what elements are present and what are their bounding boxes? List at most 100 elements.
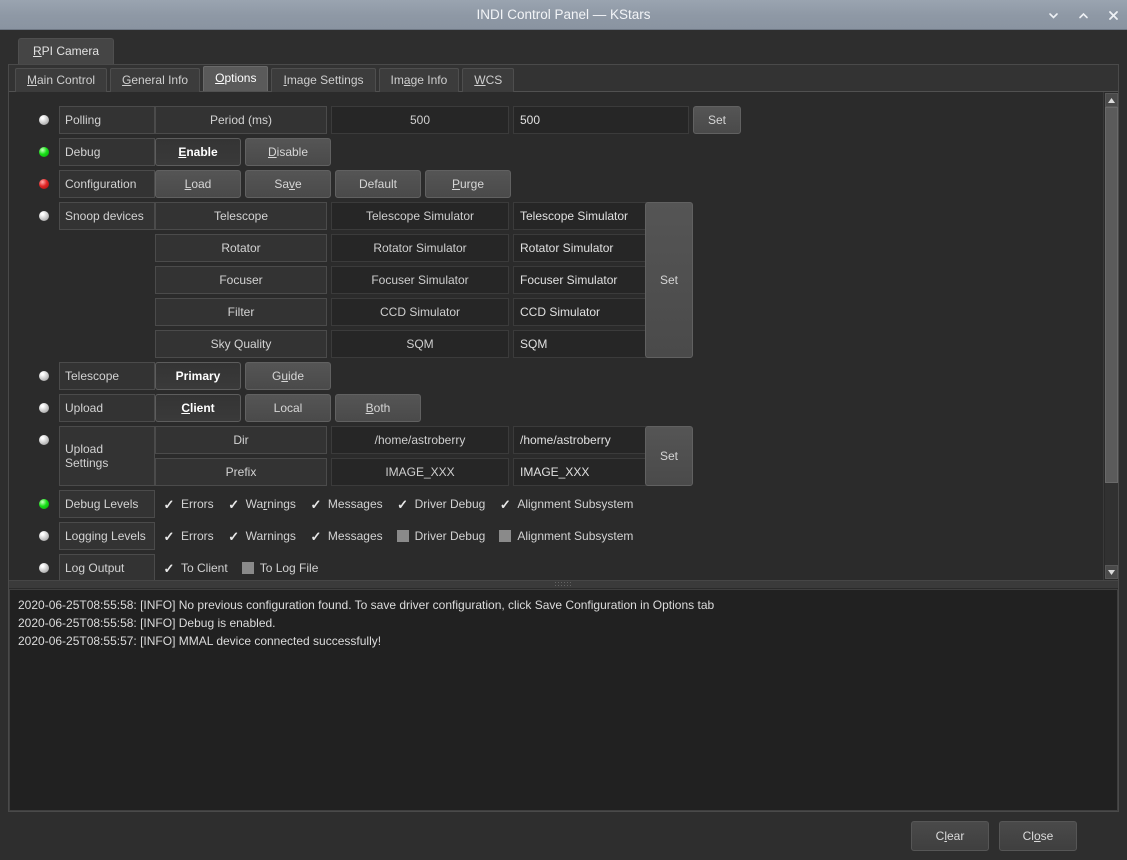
led-polling	[39, 115, 49, 125]
snoop-field-value-rotator: Rotator Simulator	[331, 234, 509, 262]
checkbox-logging-warnings[interactable]: ✓ Warnings	[228, 522, 296, 550]
debug-enable-button[interactable]: Enable	[155, 138, 241, 166]
led-debug-levels	[39, 499, 49, 509]
field-label-period: Period (ms)	[155, 106, 327, 134]
tab-image-info[interactable]: Image Info	[378, 68, 460, 92]
snoop-row-filter: Filter CCD Simulator CCD Simulator	[155, 298, 689, 326]
checkbox-log-to-client[interactable]: ✓ To Client	[163, 554, 228, 580]
window-titlebar: INDI Control Panel — KStars	[0, 0, 1127, 30]
property-row-snoop-devices: Snoop devices Telescope Telescope Simula…	[9, 202, 1103, 358]
checkbox-debug-messages[interactable]: ✓ Messages	[310, 490, 382, 518]
debug-disable-button[interactable]: Disable	[245, 138, 331, 166]
checkbox-debug-alignment-subsystem[interactable]: ✓ Alignment Subsystem	[499, 490, 634, 518]
property-row-upload-settings: Upload Settings Dir /home/astroberry /ho…	[9, 426, 1103, 486]
check-icon: ✓	[397, 496, 409, 512]
options-scroll-area: Polling Period (ms) 500 500 Set Debug E …	[9, 92, 1103, 580]
property-row-configuration: Configuration Load Sa v e Default Purge	[9, 170, 1103, 198]
property-row-debug-levels: Debug Levels ✓ Errors ✓ Warnings ✓ Messa	[9, 490, 1103, 518]
field-value-period: 500	[331, 106, 509, 134]
window-body: RPI Camera Main Control General Info Opt…	[0, 30, 1127, 860]
panel-splitter[interactable]: ::::::	[9, 580, 1118, 589]
snoop-device-list: Telescope Telescope Simulator Telescope …	[155, 202, 693, 358]
checkbox-debug-errors[interactable]: ✓ Errors	[163, 490, 214, 518]
telescope-primary-button[interactable]: Primary	[155, 362, 241, 390]
upload-settings-row-prefix: Prefix IMAGE_XXX IMAGE_XXX	[155, 458, 689, 486]
upload-field-value-prefix: IMAGE_XXX	[331, 458, 509, 486]
property-label-configuration: Configuration	[59, 170, 155, 198]
upload-both-button[interactable]: Both	[335, 394, 421, 422]
log-message-area[interactable]: 2020-06-25T08:55:58: [INFO] No previous …	[9, 589, 1118, 811]
property-row-logging-levels: Logging Levels ✓ Errors ✓ Warnings ✓ Mes	[9, 522, 1103, 550]
led-configuration	[39, 179, 49, 189]
property-row-debug: Debug Enable Disable	[9, 138, 1103, 166]
check-icon: ✓	[163, 560, 175, 576]
config-default-button[interactable]: Default	[335, 170, 421, 198]
property-label-upload-settings: Upload Settings	[59, 426, 155, 486]
snoop-row-focuser: Focuser Focuser Simulator Focuser Simula…	[155, 266, 689, 294]
led-upload-settings	[39, 435, 49, 445]
checkbox-logging-alignment-subsystem[interactable]: Alignment Subsystem	[499, 522, 633, 550]
checkbox-logging-messages[interactable]: ✓ Messages	[310, 522, 382, 550]
property-label-polling: Polling	[59, 106, 155, 134]
set-button-upload-settings[interactable]: Set	[645, 426, 693, 486]
checkbox-debug-driver-debug[interactable]: ✓ Driver Debug	[397, 490, 485, 518]
telescope-guide-button[interactable]: Gu ide	[245, 362, 331, 390]
config-load-button[interactable]: Load	[155, 170, 241, 198]
device-tab-label: PI Camera	[41, 44, 100, 58]
scroll-up-button[interactable]	[1104, 93, 1118, 107]
tab-general-info[interactable]: General Info	[110, 68, 201, 92]
config-purge-button[interactable]: Purge	[425, 170, 511, 198]
led-logging-levels	[39, 531, 49, 541]
window-controls	[1045, 0, 1121, 30]
scrollbar-thumb[interactable]	[1104, 107, 1118, 483]
close-button[interactable]	[1105, 7, 1121, 23]
scrollbar-track[interactable]	[1104, 107, 1118, 565]
upload-field-label-dir: Dir	[155, 426, 327, 454]
splitter-grip-icon: ::::::	[554, 581, 573, 588]
tab-options[interactable]: Options	[203, 66, 269, 91]
property-row-telescope: Telescope Primary Gu ide	[9, 362, 1103, 390]
checkbox-logging-driver-debug[interactable]: Driver Debug	[396, 522, 485, 550]
snoop-field-value-focuser: Focuser Simulator	[331, 266, 509, 294]
set-button-polling[interactable]: Set	[693, 106, 741, 134]
scroll-down-button[interactable]	[1104, 565, 1118, 579]
led-debug	[39, 147, 49, 157]
minimize-button[interactable]	[1045, 7, 1061, 23]
led-upload	[39, 403, 49, 413]
tab-wcs[interactable]: WCS	[462, 68, 515, 92]
check-icon: ✓	[163, 528, 175, 544]
check-icon: ✓	[228, 528, 240, 544]
property-label-debug: Debug	[59, 138, 155, 166]
property-label-upload: Upload	[59, 394, 155, 422]
log-line: 2020-06-25T08:55:57: [INFO] MMAL device …	[18, 634, 382, 648]
close-button-footer[interactable]: Close	[999, 821, 1077, 851]
check-icon: ✓	[310, 528, 322, 544]
panel-frame: Main Control General Info Options Image …	[8, 64, 1119, 812]
property-label-telescope: Telescope	[59, 362, 155, 390]
tab-main-control[interactable]: Main Control	[15, 68, 108, 92]
led-telescope	[39, 371, 49, 381]
checkbox-debug-warnings[interactable]: ✓ Warnings	[228, 490, 296, 518]
check-icon: ✓	[163, 496, 175, 512]
snoop-row-rotator: Rotator Rotator Simulator Rotator Simula…	[155, 234, 689, 262]
checkbox-log-to-log-file[interactable]: To Log File	[241, 554, 318, 580]
dialog-button-bar: Clear Close	[8, 812, 1119, 860]
property-row-log-output: Log Output ✓ To Client To Log File	[9, 554, 1103, 580]
checkbox-logging-errors[interactable]: ✓ Errors	[163, 522, 214, 550]
property-row-upload: Upload Client Local Both	[9, 394, 1103, 422]
snoop-field-label-focuser: Focuser	[155, 266, 327, 294]
field-input-period[interactable]: 500	[513, 106, 689, 134]
clear-button[interactable]: Clear	[911, 821, 989, 851]
options-scrollbar[interactable]	[1103, 92, 1118, 580]
maximize-button[interactable]	[1075, 7, 1091, 23]
tab-image-settings[interactable]: Image Settings	[271, 68, 376, 92]
unchecked-box-icon	[241, 562, 254, 574]
device-tab-rpi-camera[interactable]: RPI Camera	[18, 38, 115, 64]
property-label-logging-levels: Logging Levels	[59, 522, 155, 550]
logging-levels-checkboxes: ✓ Errors ✓ Warnings ✓ Messages Driver De…	[155, 522, 647, 550]
upload-local-button[interactable]: Local	[245, 394, 331, 422]
config-save-button[interactable]: Sa v e	[245, 170, 331, 198]
property-label-debug-levels: Debug Levels	[59, 490, 155, 518]
set-button-snoop-devices[interactable]: Set	[645, 202, 693, 358]
upload-client-button[interactable]: Client	[155, 394, 241, 422]
